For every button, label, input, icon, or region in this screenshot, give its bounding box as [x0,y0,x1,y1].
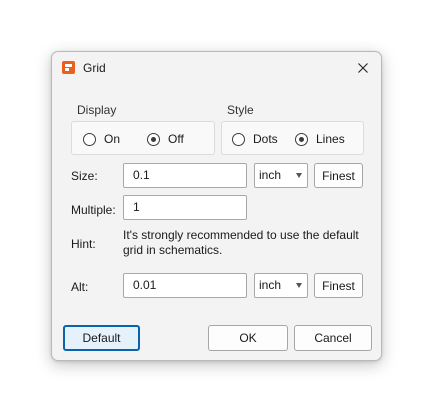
radio-off-icon [83,132,96,146]
app-logo-icon [62,61,75,74]
size-label: Size: [71,169,98,183]
alt-input[interactable]: 0.01 [123,273,247,298]
radio-off-icon [232,132,245,146]
display-off-label: Off [168,132,184,146]
size-input[interactable]: 0.1 [123,163,247,188]
alt-finest-button[interactable]: Finest [314,273,363,298]
multiple-label: Multiple: [71,203,116,217]
hint-label: Hint: [71,237,96,251]
title-bar: Grid [52,52,381,84]
style-lines-label: Lines [316,132,345,146]
close-icon [358,63,368,73]
grid-dialog: Grid Display On Off Style Dots Lines Siz… [51,51,382,361]
style-group: Dots Lines [221,121,364,155]
size-unit-select[interactable]: inch [254,163,308,188]
display-on-radio[interactable]: On [83,132,120,146]
display-label: Display [77,103,117,117]
style-dots-radio[interactable]: Dots [232,132,278,146]
multiple-input[interactable]: 1 [123,195,247,220]
chevron-down-icon [296,283,302,288]
alt-unit-value: inch [259,278,282,292]
chevron-down-icon [296,173,302,178]
display-on-label: On [104,132,121,146]
style-label: Style [227,103,254,117]
hint-text: It's strongly recommended to use the def… [123,228,359,258]
default-button[interactable]: Default [63,325,140,351]
display-group: On Off [71,121,215,155]
radio-on-icon [147,132,160,146]
size-unit-value: inch [259,168,282,182]
alt-label: Alt: [71,280,89,294]
style-dots-label: Dots [253,132,278,146]
dialog-title: Grid [83,61,106,75]
display-off-radio[interactable]: Off [147,132,184,146]
alt-unit-select[interactable]: inch [254,273,308,298]
style-lines-radio[interactable]: Lines [295,132,345,146]
size-finest-button[interactable]: Finest [314,163,363,188]
radio-on-icon [295,132,308,146]
cancel-button[interactable]: Cancel [294,325,372,351]
close-button[interactable] [353,58,373,78]
hint-line-1: It's strongly recommended to use the def… [123,228,359,242]
ok-button[interactable]: OK [208,325,288,351]
hint-line-2: grid in schematics. [123,243,223,257]
